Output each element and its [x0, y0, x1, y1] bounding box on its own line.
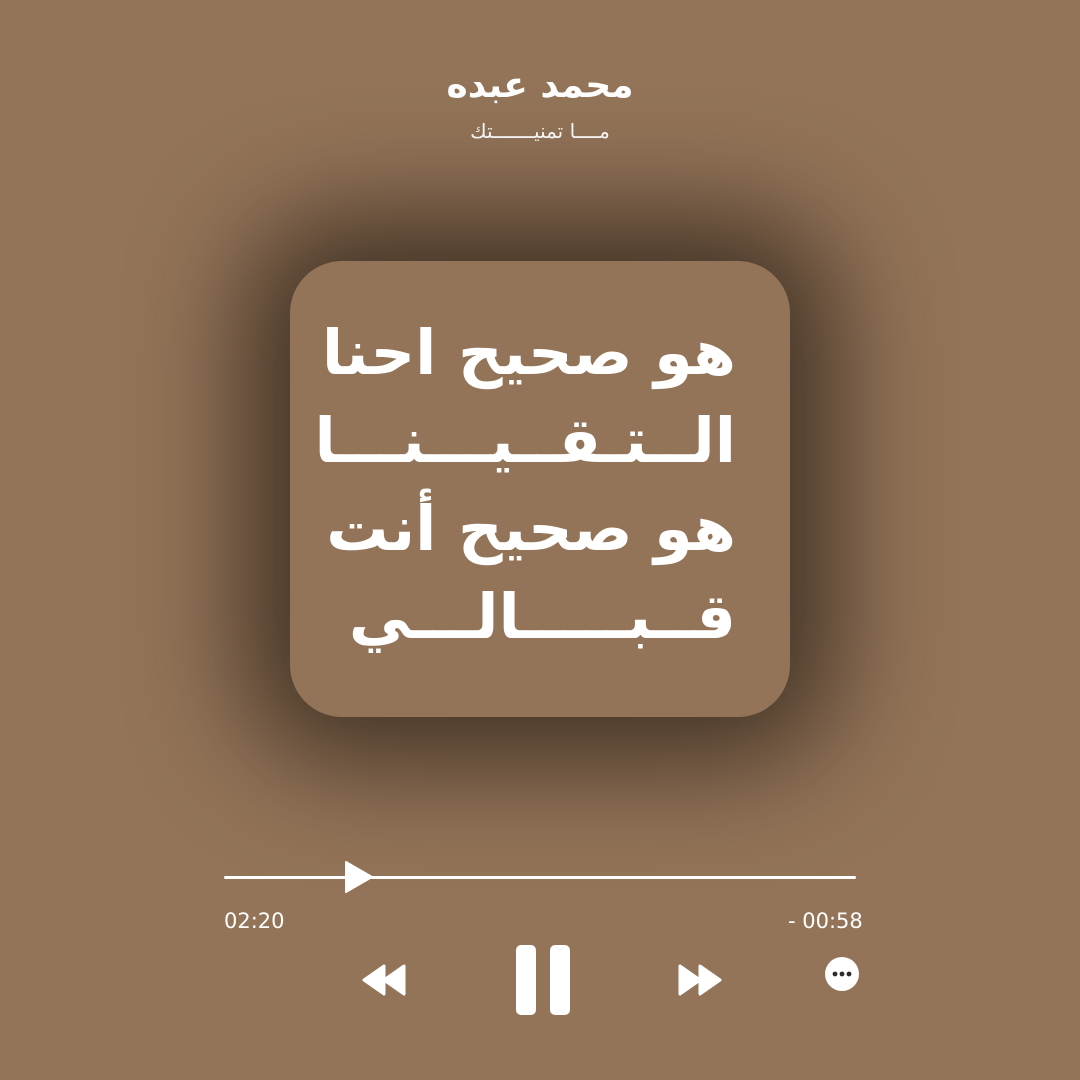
fast-forward-icon [678, 964, 722, 996]
more-options-button[interactable] [823, 955, 861, 993]
pause-button[interactable] [514, 943, 572, 1017]
rewind-icon [362, 964, 406, 996]
artist-name: محمد عبده [446, 65, 634, 106]
time-remaining: - 00:58 [788, 909, 863, 933]
next-button[interactable] [676, 962, 724, 998]
lyrics-text: هو صحيح احنا الــتـقــيـــنـــا هو صحيح … [290, 309, 790, 661]
player-screen: محمد عبده مــــا تمنيـــــــتك هو صحيح ا… [0, 0, 1080, 1080]
lyric-line: هو صحيح أنت [326, 492, 736, 565]
lyric-line: هو صحيح احنا [321, 316, 736, 389]
more-options-icon [825, 957, 859, 991]
time-elapsed: 02:20 [224, 909, 285, 933]
lyrics-card: هو صحيح احنا الــتـقــيـــنـــا هو صحيح … [290, 261, 790, 717]
progress-thumb-icon[interactable] [344, 860, 374, 894]
previous-button[interactable] [360, 962, 408, 998]
progress-track[interactable] [224, 876, 856, 879]
pause-icon [516, 945, 570, 1015]
lyric-line: الــتـقــيـــنـــا [314, 404, 736, 477]
lyric-line: قــبـــــالـــي [348, 580, 736, 653]
song-title: مــــا تمنيـــــــتك [470, 119, 610, 143]
